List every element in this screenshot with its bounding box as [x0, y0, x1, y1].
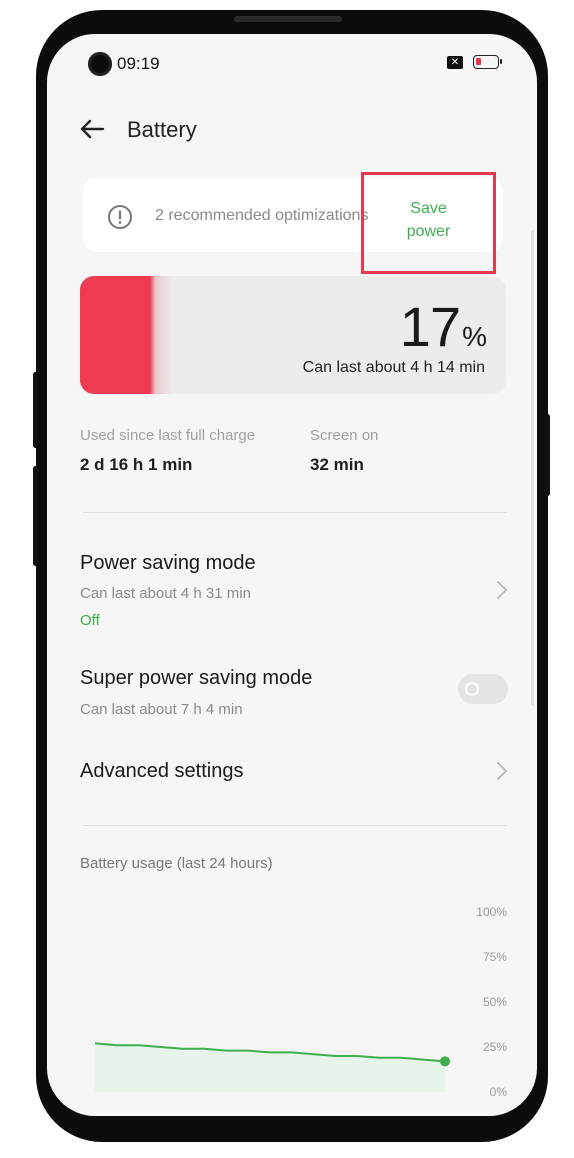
battery-usage-chart: 100% 75% 50% 25% 0% [94, 905, 508, 1099]
scrollbar[interactable] [531, 230, 534, 706]
super-power-saving-toggle[interactable] [458, 674, 508, 704]
battery-percent-sign: % [462, 321, 487, 352]
y-tick-label: 25% [483, 1040, 507, 1054]
battery-percent-value: 17 [399, 295, 461, 358]
current-level-point [440, 1056, 450, 1067]
divider [83, 825, 507, 826]
battery-percent: 17% [399, 294, 487, 359]
y-tick-label: 0% [490, 1085, 508, 1099]
y-tick-label: 50% [483, 995, 507, 1009]
screen-on-value: 32 min [310, 455, 364, 474]
status-time: 09:19 [117, 54, 160, 73]
battery-usage-title: Battery usage (last 24 hours) [80, 855, 273, 872]
power-button [545, 414, 550, 496]
screen-on-label: Screen on [310, 427, 379, 444]
advanced-settings-title[interactable]: Advanced settings [80, 760, 243, 783]
y-tick-label: 75% [483, 950, 507, 964]
battery-level-fill [80, 276, 172, 394]
toggle-knob [465, 682, 479, 696]
front-camera [88, 52, 112, 76]
save-power-label: Save power [406, 200, 451, 240]
volume-down-button [33, 466, 38, 566]
battery-icon-level [476, 58, 481, 65]
volume-up-button [33, 372, 38, 448]
usage-area [95, 1043, 445, 1092]
used-since-value: 2 d 16 h 1 min [80, 455, 193, 474]
super-power-saving-subtitle: Can last about 7 h 4 min [80, 701, 243, 718]
used-since-label: Used since last full charge [80, 427, 256, 444]
y-tick-label: 100% [476, 905, 507, 919]
recommendation-text: 2 recommended optimizations [155, 207, 369, 224]
divider [83, 512, 507, 513]
chevron-right-icon[interactable] [495, 760, 509, 782]
back-arrow-icon[interactable] [77, 114, 107, 144]
power-saving-status: Off [80, 612, 100, 629]
earpiece-speaker [234, 16, 342, 22]
power-saving-title[interactable]: Power saving mode [80, 552, 256, 575]
chevron-right-icon[interactable] [495, 579, 509, 601]
info-icon [108, 205, 132, 229]
battery-low-icon [473, 55, 502, 69]
super-power-saving-title: Super power saving mode [80, 667, 313, 689]
power-saving-subtitle: Can last about 4 h 31 min [80, 585, 251, 602]
save-power-button[interactable]: Save power [361, 172, 496, 274]
battery-estimate: Can last about 4 h 14 min [302, 359, 485, 376]
battery-level-card: 17% Can last about 4 h 14 min [80, 276, 506, 394]
sim-off-icon: ✕ [447, 56, 463, 69]
screen: 09:19 ✕ Battery 2 recommended optimizati… [47, 34, 537, 1116]
page-title: Battery [127, 117, 197, 142]
